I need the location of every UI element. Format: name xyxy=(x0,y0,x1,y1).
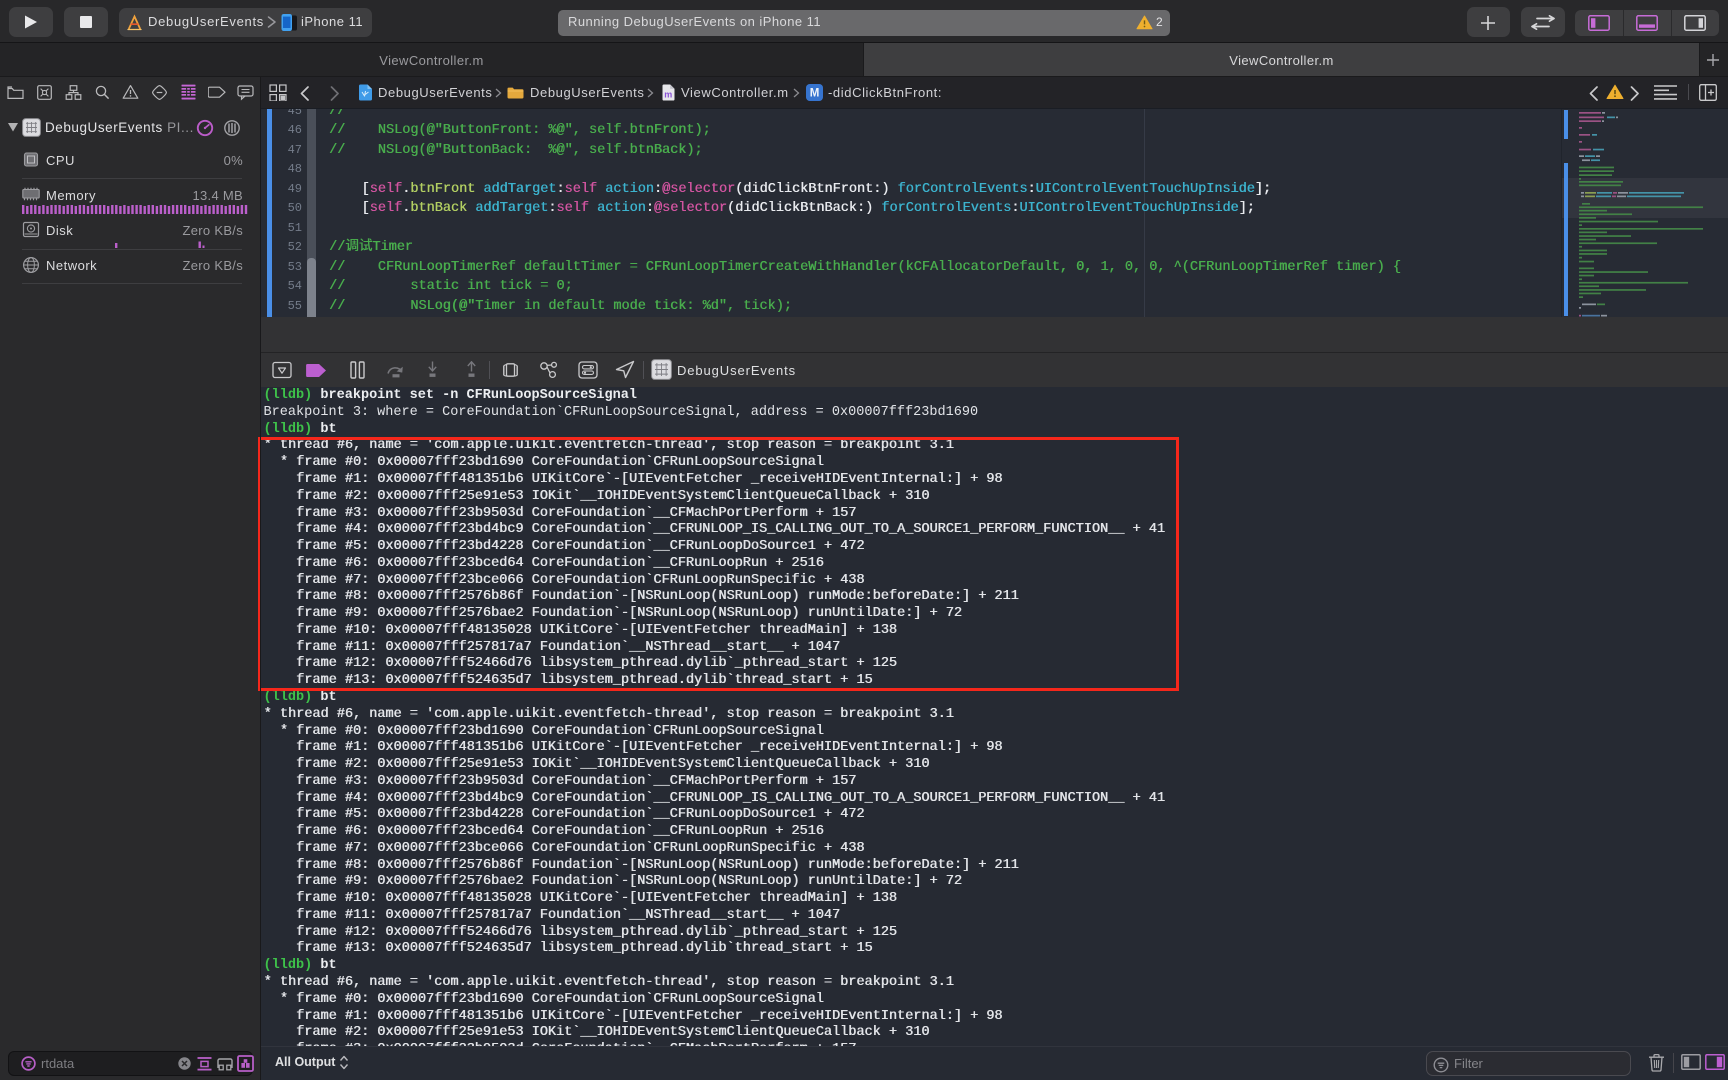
svg-text:m: m xyxy=(664,90,672,100)
svg-text:M: M xyxy=(810,88,820,100)
